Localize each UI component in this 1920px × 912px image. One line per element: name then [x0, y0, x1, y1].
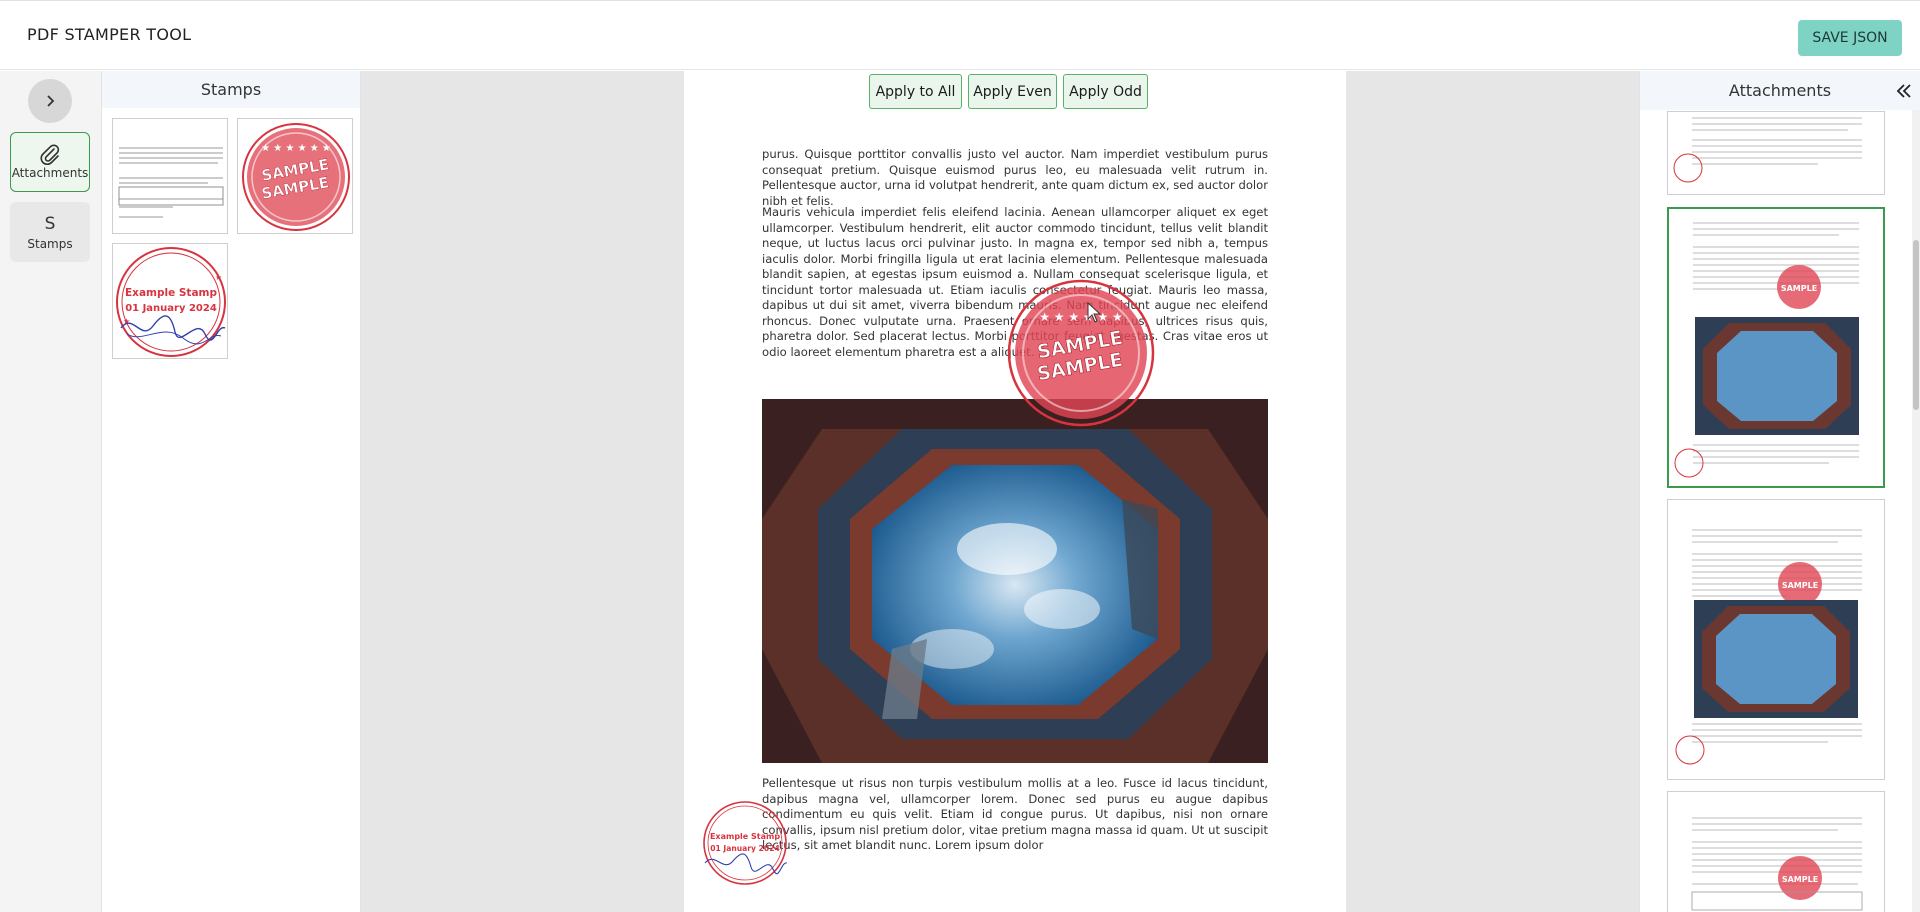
- apply-even-button[interactable]: Apply Even: [968, 74, 1057, 109]
- attachment-page-thumbnail[interactable]: [1667, 111, 1885, 195]
- save-json-button[interactable]: SAVE JSON: [1798, 20, 1902, 56]
- paperclip-icon: [40, 144, 60, 165]
- stamp-sample-thumbnail[interactable]: ★ ★ ★ ★ ★ ★ SAMPLE SAMPLE: [237, 118, 353, 234]
- attachment-page-thumbnail[interactable]: SAMPLE: [1667, 499, 1885, 780]
- attachments-scrollbar[interactable]: [1912, 110, 1920, 912]
- sample-stamp-image: ★ ★ ★ ★ ★ ★ SAMPLE SAMPLE: [242, 123, 350, 231]
- page-photo: [762, 399, 1268, 763]
- app-title: PDF STAMPER TOOL: [27, 25, 192, 44]
- expand-sidebar-button[interactable]: [28, 79, 72, 123]
- stamp-example-thumbnail[interactable]: ★ ★ Example Stamp 01 January 2024: [112, 243, 228, 359]
- page-thumbnail-content: SAMPLE: [1675, 529, 1862, 765]
- attachments-panel-title: Attachments: [1728, 81, 1832, 100]
- example-stamp-image: ★ ★ Example Stamp 01 January 2024: [116, 247, 226, 357]
- page-thumbnail-content: SAMPLE: [1674, 222, 1859, 478]
- nav-stamps[interactable]: S Stamps: [10, 202, 90, 262]
- nav-stamps-label: Stamps: [27, 236, 73, 251]
- app-header: PDF STAMPER TOOL SAVE JSON: [0, 0, 1920, 70]
- thumb-sample-text: SAMPLE: [1782, 581, 1818, 590]
- example-stamp-line2: 01 January 2024: [125, 303, 217, 314]
- placed-example-line2: 01 January 2024: [710, 844, 780, 853]
- thumb-sample-text: SAMPLE: [1781, 284, 1817, 293]
- chevron-right-icon: [47, 95, 55, 107]
- mouse-cursor-icon: [1087, 302, 1102, 323]
- attachment-page-thumbnail[interactable]: SAMPLE: [1667, 791, 1885, 912]
- svg-text:★ ★ ★ ★ ★ ★: ★ ★ ★ ★ ★ ★: [1039, 310, 1123, 324]
- letter-s-icon: S: [44, 213, 56, 234]
- page-paragraph-1: purus. Quisque porttitor convallis justo…: [762, 147, 1268, 208]
- attachments-panel-header: Attachments: [1640, 71, 1920, 110]
- example-stamp-line1: Example Stamp: [125, 287, 217, 299]
- page-thumbnail-content: SAMPLE: [1691, 817, 1863, 911]
- attachment-page-thumbnail-active[interactable]: SAMPLE: [1667, 207, 1885, 488]
- attachments-scrollbar-thumb[interactable]: [1913, 240, 1919, 410]
- icon-sidebar: Attachments S Stamps: [0, 71, 101, 912]
- placed-example-line1: Example Stamp: [710, 832, 780, 841]
- nav-attachments-label: Attachments: [11, 166, 89, 180]
- thumb-sample-text: SAMPLE: [1782, 875, 1818, 884]
- svg-text:★ ★ ★ ★ ★ ★: ★ ★ ★ ★ ★ ★: [261, 143, 331, 154]
- page-thumbnail-lines: [1673, 117, 1862, 183]
- apply-to-all-button[interactable]: Apply to All: [869, 74, 962, 109]
- nav-attachments[interactable]: Attachments: [10, 132, 90, 192]
- building-sky-photo: [762, 399, 1268, 763]
- svg-text:★: ★: [215, 273, 222, 282]
- placed-example-stamp[interactable]: Example Stamp 01 January 2024: [701, 799, 789, 887]
- pdf-page[interactable]: Apply to All Apply Even Apply Odd purus.…: [684, 71, 1346, 912]
- attachments-panel: Attachments SAMPLE SAMPLE SAMPLE: [1639, 71, 1920, 912]
- page-paragraph-3: Pellentesque ut risus non turpis vestibu…: [762, 776, 1268, 852]
- stamp-document-thumbnail[interactable]: [112, 118, 228, 234]
- document-viewer[interactable]: Apply to All Apply Even Apply Odd purus.…: [361, 71, 1639, 912]
- placed-sample-stamp[interactable]: ★ ★ ★ ★ ★ ★ SAMPLE SAMPLE: [1005, 277, 1157, 429]
- apply-odd-button[interactable]: Apply Odd: [1063, 74, 1148, 109]
- double-chevron-left-icon[interactable]: [1896, 83, 1912, 99]
- document-stamp-image: [118, 147, 224, 218]
- stamps-panel-title: Stamps: [102, 71, 360, 108]
- stamps-panel: Stamps ★ ★ ★ ★ ★ ★ SAMPLE SAMPLE ★ ★ Exa…: [101, 71, 361, 912]
